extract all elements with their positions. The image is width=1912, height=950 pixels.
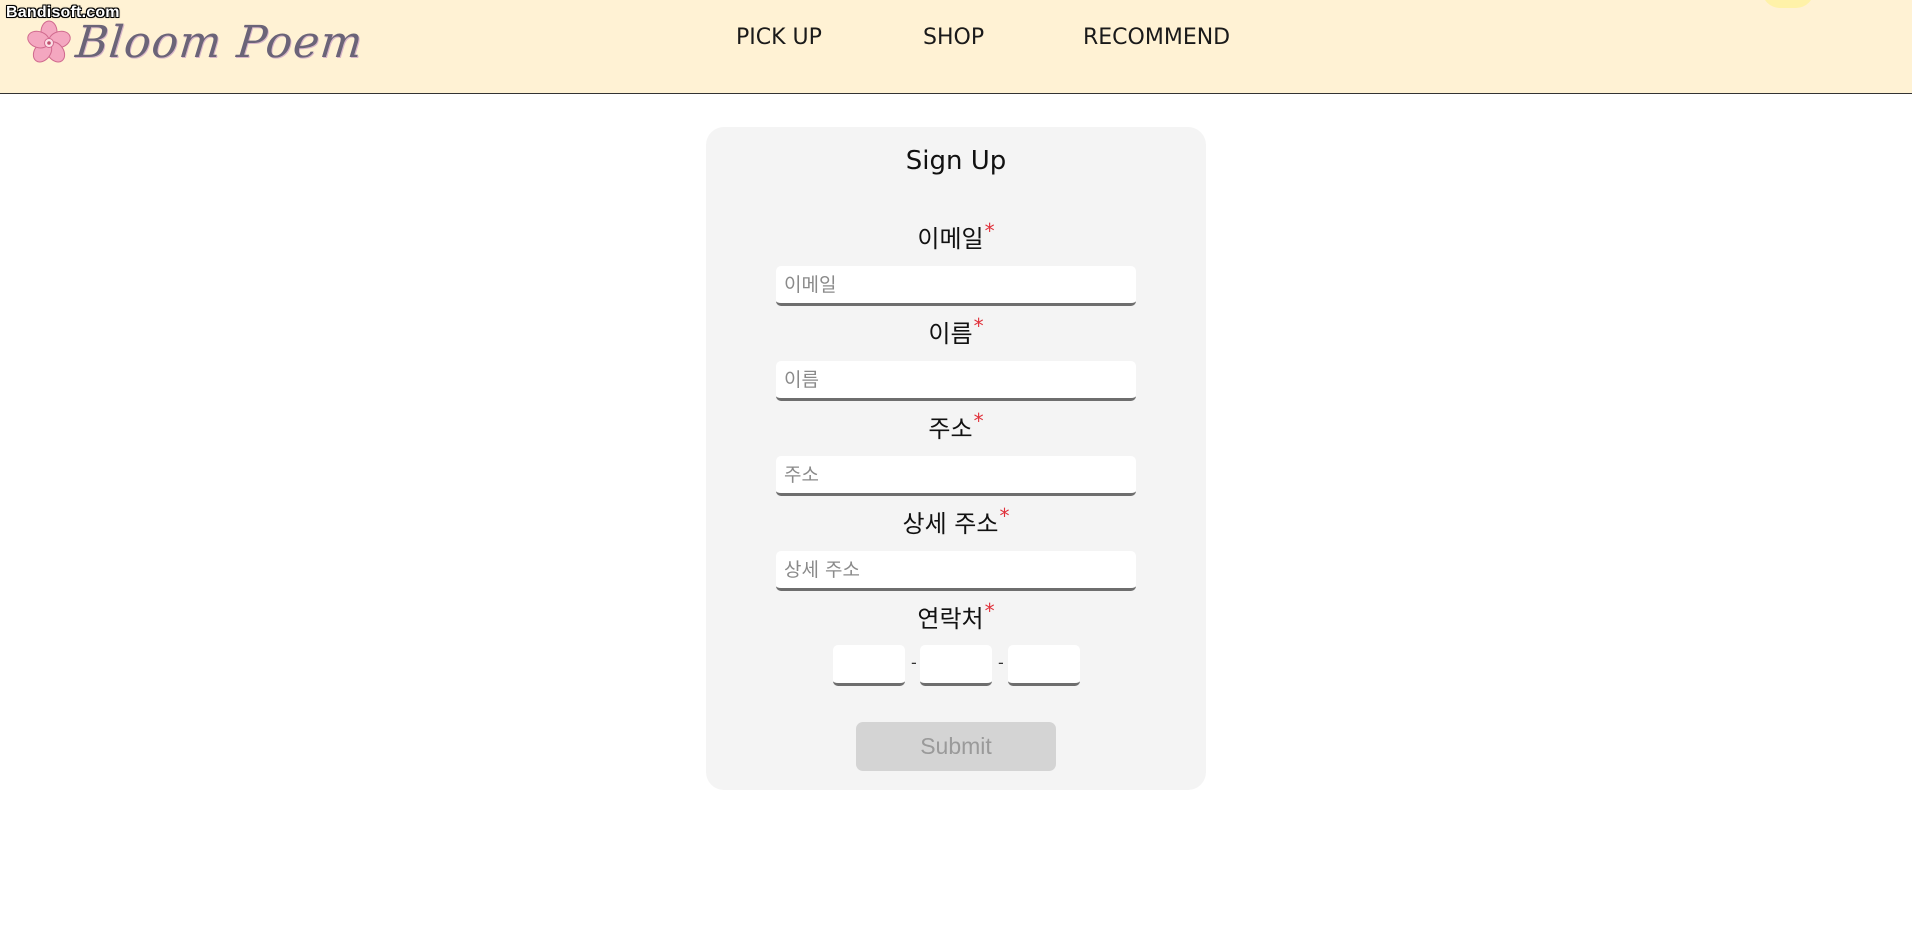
address-label-text: 주소 [928, 415, 973, 443]
required-mark: * [984, 219, 995, 243]
phone-input-1[interactable] [833, 645, 905, 686]
email-label-text: 이메일 [917, 225, 984, 253]
detail-address-label-text: 상세 주소 [902, 510, 999, 538]
site-header: Bloom Poem PICK UP SHOP RECOMMEND [0, 0, 1912, 94]
phone-label: 연락처* [706, 599, 1206, 634]
address-label: 주소* [706, 409, 1206, 444]
name-label-text: 이름 [928, 320, 973, 348]
nav-item-pick-up[interactable]: PICK UP [736, 25, 822, 50]
detail-address-input[interactable] [776, 551, 1136, 591]
email-input[interactable] [776, 266, 1136, 306]
screen-recorder-watermark: Bandisoft.com [6, 4, 120, 21]
name-label: 이름* [706, 314, 1206, 349]
nav-item-shop[interactable]: SHOP [923, 25, 984, 50]
phone-label-text: 연락처 [917, 605, 984, 633]
main-nav: PICK UP SHOP RECOMMEND [0, 25, 1912, 55]
phone-input-group: - - [706, 645, 1206, 687]
nav-item-recommend[interactable]: RECOMMEND [1083, 25, 1230, 50]
form-title: Sign Up [905, 146, 1007, 176]
required-mark: * [984, 599, 995, 623]
phone-input-3[interactable] [1008, 645, 1080, 686]
email-label: 이메일* [706, 219, 1206, 254]
submit-button[interactable]: Submit [856, 722, 1056, 771]
address-input[interactable] [776, 456, 1136, 496]
sun-decoration [1762, 0, 1814, 8]
phone-input-2[interactable] [920, 645, 992, 686]
phone-separator: - [911, 653, 917, 672]
required-mark: * [973, 314, 984, 338]
required-mark: * [973, 409, 984, 433]
required-mark: * [999, 504, 1010, 528]
name-input[interactable] [776, 361, 1136, 401]
phone-separator: - [998, 653, 1004, 672]
signup-card: Sign Up 이메일* 이름* 주소* 상세 주소* 연락처* - - Sub… [706, 127, 1206, 790]
detail-address-label: 상세 주소* [706, 504, 1206, 539]
